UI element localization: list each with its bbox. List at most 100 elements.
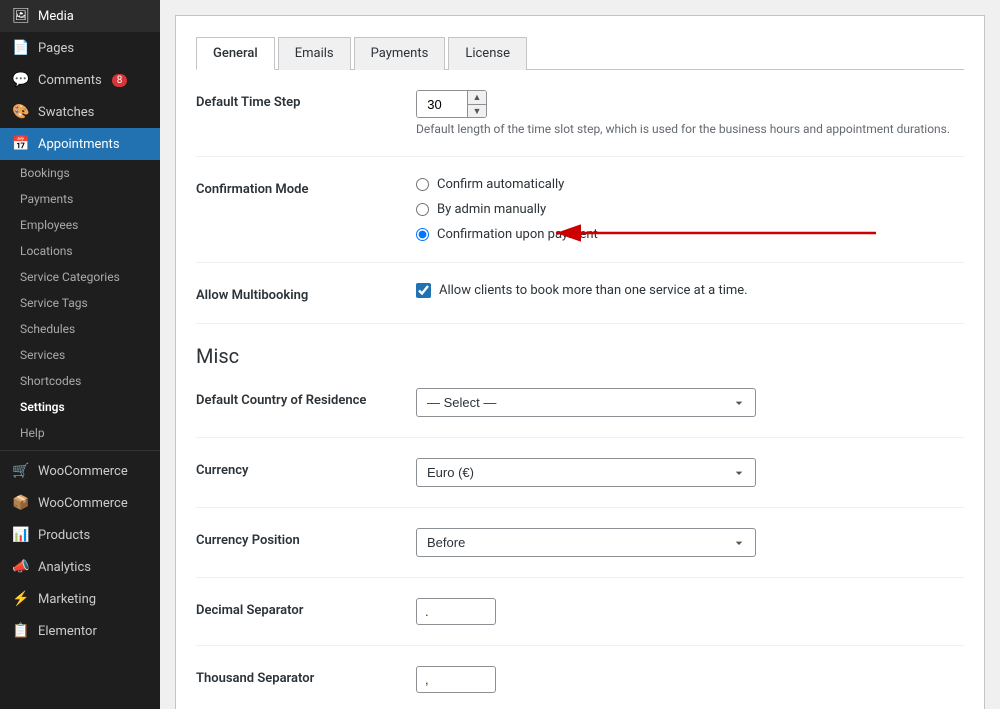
currency-position-control: Before After bbox=[416, 528, 964, 557]
templates-icon: 📋 bbox=[12, 623, 30, 639]
settings-panel: General Emails Payments License Default … bbox=[175, 15, 985, 709]
tab-general[interactable]: General bbox=[196, 37, 275, 70]
sidebar-item-employees[interactable]: Employees bbox=[0, 212, 160, 238]
currency-position-row: Currency Position Before After bbox=[196, 528, 964, 578]
radio-label-manual: By admin manually bbox=[437, 202, 546, 217]
sidebar-item-service-categories[interactable]: Service Categories bbox=[0, 264, 160, 290]
sidebar-label-templates: Elementor bbox=[38, 624, 97, 639]
sidebar-item-settings[interactable]: Settings bbox=[0, 394, 160, 420]
products-icon: 📦 bbox=[12, 495, 30, 511]
tab-emails[interactable]: Emails bbox=[278, 37, 351, 70]
sidebar-item-service-tags[interactable]: Service Tags bbox=[0, 290, 160, 316]
time-step-increment[interactable]: ▲ bbox=[468, 91, 486, 104]
sidebar-label-marketing: Analytics bbox=[38, 560, 91, 575]
sidebar-item-swatches[interactable]: 🎨 Swatches bbox=[0, 96, 160, 128]
confirmation-mode-control: Confirm automatically By admin manually … bbox=[416, 177, 964, 242]
radio-confirm-auto[interactable]: Confirm automatically bbox=[416, 177, 964, 192]
default-time-step-row: Default Time Step ▲ ▼ Default length of … bbox=[196, 90, 964, 157]
sidebar-label-elementor: Marketing bbox=[38, 592, 96, 607]
tab-payments[interactable]: Payments bbox=[354, 37, 446, 70]
time-step-spinners: ▲ ▼ bbox=[467, 91, 486, 117]
sidebar-item-elementor[interactable]: ⚡ Marketing bbox=[0, 583, 160, 615]
tab-license[interactable]: License bbox=[448, 37, 527, 70]
sidebar-item-help[interactable]: Help bbox=[0, 420, 160, 446]
sidebar-item-locations[interactable]: Locations bbox=[0, 238, 160, 264]
sidebar-item-pages[interactable]: 📄 Pages bbox=[0, 32, 160, 64]
sidebar-item-comments[interactable]: 💬 Comments 8 bbox=[0, 64, 160, 96]
decimal-separator-label: Decimal Separator bbox=[196, 598, 416, 618]
default-country-control: — Select — bbox=[416, 388, 964, 417]
sidebar-item-bookings[interactable]: Bookings bbox=[0, 160, 160, 186]
currency-position-select[interactable]: Before After bbox=[416, 528, 756, 557]
sidebar-item-appointments[interactable]: 📅 Appointments bbox=[0, 128, 160, 160]
radio-input-payment[interactable] bbox=[416, 228, 429, 241]
time-step-input-wrapper: ▲ ▼ bbox=[416, 90, 487, 118]
default-country-select[interactable]: — Select — bbox=[416, 388, 756, 417]
decimal-separator-control bbox=[416, 598, 964, 625]
time-step-description: Default length of the time slot step, wh… bbox=[416, 122, 964, 136]
radio-input-auto[interactable] bbox=[416, 178, 429, 191]
allow-multibooking-control: Allow clients to book more than one serv… bbox=[416, 283, 964, 298]
sidebar-label-analytics: Products bbox=[38, 528, 90, 543]
sidebar-item-payments[interactable]: Payments bbox=[0, 186, 160, 212]
sidebar-item-analytics[interactable]: 📊 Products bbox=[0, 519, 160, 551]
multibooking-checkbox[interactable] bbox=[416, 283, 431, 298]
sidebar: 🖼 Media 📄 Pages 💬 Comments 8 🎨 Swatches … bbox=[0, 0, 160, 709]
radio-confirm-payment[interactable]: Confirmation upon payment bbox=[416, 227, 964, 242]
confirmation-mode-label: Confirmation Mode bbox=[196, 177, 416, 197]
allow-multibooking-label: Allow Multibooking bbox=[196, 283, 416, 303]
sidebar-item-services[interactable]: Services bbox=[0, 342, 160, 368]
multibooking-checkbox-label: Allow clients to book more than one serv… bbox=[439, 283, 748, 298]
multibooking-checkbox-option[interactable]: Allow clients to book more than one serv… bbox=[416, 283, 964, 298]
analytics-icon: 📊 bbox=[12, 527, 30, 543]
thousand-separator-label: Thousand Separator bbox=[196, 666, 416, 686]
swatches-icon: 🎨 bbox=[12, 104, 30, 120]
confirmation-mode-row: Confirmation Mode Confirm automatically … bbox=[196, 177, 964, 263]
marketing-icon: 📣 bbox=[12, 559, 30, 575]
woocommerce-icon: 🛒 bbox=[12, 463, 30, 479]
sidebar-label-products: WooCommerce bbox=[38, 496, 128, 511]
sidebar-item-templates[interactable]: 📋 Elementor bbox=[0, 615, 160, 647]
sidebar-item-shortcodes[interactable]: Shortcodes bbox=[0, 368, 160, 394]
currency-label: Currency bbox=[196, 458, 416, 478]
time-step-decrement[interactable]: ▼ bbox=[468, 104, 486, 117]
radio-admin-manually[interactable]: By admin manually bbox=[416, 202, 964, 217]
sidebar-label-media: Media bbox=[38, 9, 74, 24]
thousand-separator-input[interactable] bbox=[416, 666, 496, 693]
default-country-row: Default Country of Residence — Select — bbox=[196, 388, 964, 438]
default-country-label: Default Country of Residence bbox=[196, 388, 416, 408]
currency-position-label: Currency Position bbox=[196, 528, 416, 548]
sidebar-label-woocommerce: WooCommerce bbox=[38, 464, 128, 479]
sidebar-item-schedules[interactable]: Schedules bbox=[0, 316, 160, 342]
sidebar-label-comments: Comments bbox=[38, 73, 102, 88]
thousand-separator-control bbox=[416, 666, 964, 693]
currency-row: Currency Euro (€) US Dollar ($) British … bbox=[196, 458, 964, 508]
time-step-input[interactable] bbox=[417, 91, 467, 117]
main-content: General Emails Payments License Default … bbox=[160, 0, 1000, 709]
comments-badge: 8 bbox=[112, 74, 128, 87]
currency-select[interactable]: Euro (€) US Dollar ($) British Pound (£) bbox=[416, 458, 756, 487]
radio-label-auto: Confirm automatically bbox=[437, 177, 564, 192]
default-time-step-label: Default Time Step bbox=[196, 90, 416, 110]
radio-input-manual[interactable] bbox=[416, 203, 429, 216]
elementor-icon: ⚡ bbox=[12, 591, 30, 607]
radio-label-payment: Confirmation upon payment bbox=[437, 227, 598, 242]
allow-multibooking-row: Allow Multibooking Allow clients to book… bbox=[196, 283, 964, 324]
sidebar-item-media[interactable]: 🖼 Media bbox=[0, 0, 160, 32]
decimal-separator-input[interactable] bbox=[416, 598, 496, 625]
thousand-separator-row: Thousand Separator bbox=[196, 666, 964, 709]
misc-heading: Misc bbox=[196, 344, 964, 368]
pages-icon: 📄 bbox=[12, 40, 30, 56]
sidebar-item-marketing[interactable]: 📣 Analytics bbox=[0, 551, 160, 583]
sidebar-item-products[interactable]: 📦 WooCommerce bbox=[0, 487, 160, 519]
sidebar-label-appointments: Appointments bbox=[38, 137, 120, 152]
confirmation-mode-radio-group: Confirm automatically By admin manually … bbox=[416, 177, 964, 242]
comments-icon: 💬 bbox=[12, 72, 30, 88]
decimal-separator-row: Decimal Separator bbox=[196, 598, 964, 646]
sidebar-label-swatches: Swatches bbox=[38, 105, 94, 120]
appointments-icon: 📅 bbox=[12, 136, 30, 152]
sidebar-label-pages: Pages bbox=[38, 41, 74, 56]
default-time-step-control: ▲ ▼ Default length of the time slot step… bbox=[416, 90, 964, 136]
tab-bar: General Emails Payments License bbox=[196, 36, 964, 70]
sidebar-item-woocommerce[interactable]: 🛒 WooCommerce bbox=[0, 455, 160, 487]
